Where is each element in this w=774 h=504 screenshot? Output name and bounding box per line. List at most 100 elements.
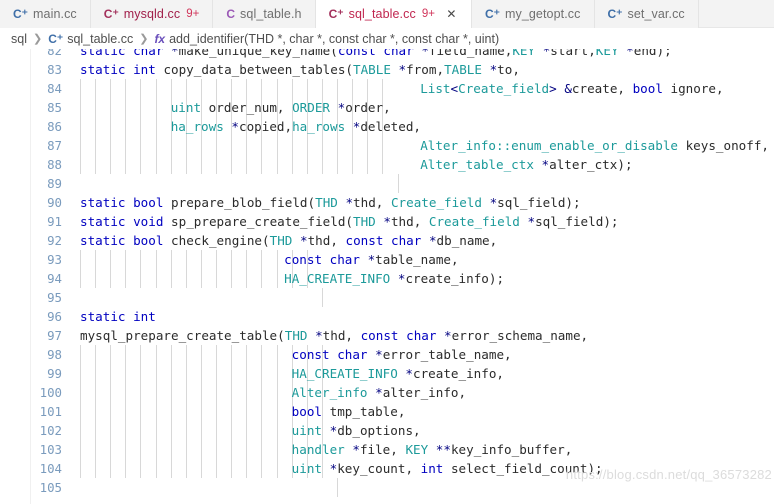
editor-tab-set-var-cc[interactable]: C⁺ set_var.cc	[594, 0, 699, 28]
line-number: 95	[47, 290, 62, 305]
breadcrumb-label: sql_table.cc	[67, 31, 134, 46]
code-text: bool tmp_table,	[291, 404, 406, 419]
line-number: 93	[47, 252, 62, 267]
code-line[interactable]: 92 static bool check_engine(THD *thd, con…	[0, 231, 774, 250]
line-number: 105	[39, 480, 62, 495]
line-number: 84	[47, 81, 62, 96]
code-text: static bool prepare_blob_field(THD *thd,…	[80, 195, 581, 210]
line-number: 102	[39, 423, 62, 438]
code-text: Alter_info *alter_info,	[291, 385, 467, 400]
cpp-file-icon: C⁺	[607, 7, 623, 21]
line-number: 104	[39, 461, 62, 476]
code-line[interactable]: 99 HA_CREATE_INFO *create_info,	[0, 364, 774, 383]
code-text: Alter_info::enum_enable_or_disable keys_…	[420, 138, 769, 153]
code-text: mysql_prepare_create_table(THD *thd, con…	[80, 328, 589, 343]
line-number: 97	[47, 328, 62, 343]
tab-label: main.cc	[33, 7, 77, 21]
breadcrumb-item-2[interactable]: fx add_identifier(THD *, char *, const ch…	[154, 32, 499, 46]
close-icon[interactable]: ✕	[445, 8, 458, 20]
editor-tab-sql-table-cc[interactable]: C⁺ sql_table.cc 9+ ✕	[315, 0, 472, 28]
line-number: 96	[47, 309, 62, 324]
line-number: 103	[39, 442, 62, 457]
cpp-file-icon: C⁺	[103, 7, 119, 21]
editor-tab-mysqld-cc[interactable]: C⁺ mysqld.cc 9+	[90, 0, 214, 28]
tab-problem-badge: 9+	[186, 8, 200, 20]
code-text: handler *file, KEY **key_info_buffer,	[291, 442, 573, 457]
line-number: 100	[39, 385, 62, 400]
cpp-file-icon: C⁺	[328, 7, 344, 21]
code-content[interactable]: 82 static char *make_unique_key_name(cons…	[0, 49, 774, 497]
code-text: HA_CREATE_INFO *create_info);	[284, 271, 505, 286]
code-line[interactable]: 84 List<Create_field> &create, bool ignor…	[0, 79, 774, 98]
tab-label: set_var.cc	[627, 7, 685, 21]
code-text: static int	[80, 309, 156, 324]
code-line[interactable]: 85 uint order_num, ORDER *order,	[0, 98, 774, 117]
code-text: List<Create_field> &create, bool ignore,	[420, 81, 724, 96]
editor-tab-main-cc[interactable]: C⁺ main.cc	[0, 0, 91, 28]
symbol-function-icon: fx	[154, 31, 166, 46]
code-text: static bool check_engine(THD *thd, const…	[80, 233, 498, 248]
code-line[interactable]: 102 uint *db_options,	[0, 421, 774, 440]
line-number: 83	[47, 62, 62, 77]
code-editor[interactable]: 82 static char *make_unique_key_name(cons…	[0, 49, 774, 504]
editor-tab-bar: C⁺ main.cc C⁺ mysqld.cc 9+ Csql_table.h C⁺ sql_…	[0, 0, 774, 28]
code-line[interactable]: 93 const char *table_name,	[0, 250, 774, 269]
code-text: const char *error_table_name,	[291, 347, 512, 362]
tab-label: sql_table.cc	[348, 7, 416, 21]
line-number: 99	[47, 366, 62, 381]
cpp-file-icon: C⁺	[48, 31, 64, 46]
line-number: 98	[47, 347, 62, 362]
code-line[interactable]: 94 HA_CREATE_INFO *create_info);	[0, 269, 774, 288]
c-header-file-icon: C	[226, 7, 236, 21]
code-line[interactable]: 96 static int	[0, 307, 774, 326]
code-text: const char *table_name,	[284, 252, 459, 267]
code-line[interactable]: 91 static void sp_prepare_create_field(TH…	[0, 212, 774, 231]
line-number: 91	[47, 214, 62, 229]
breadcrumb-separator-icon: ❯	[32, 33, 43, 45]
line-number: 85	[47, 100, 62, 115]
breadcrumb-item-1[interactable]: C⁺ sql_table.cc	[48, 32, 133, 46]
editor-tab-sql-table-h[interactable]: Csql_table.h	[213, 0, 316, 28]
watermark: https://blog.csdn.net/qq_36573282	[565, 467, 772, 482]
code-line[interactable]: 89	[0, 174, 774, 193]
breadcrumb-separator-icon: ❯	[139, 33, 149, 45]
code-line[interactable]: 101 bool tmp_table,	[0, 402, 774, 421]
line-number: 92	[47, 233, 62, 248]
code-line[interactable]: 88 Alter_table_ctx *alter_ctx);	[0, 155, 774, 174]
cpp-file-icon: C⁺	[484, 7, 500, 21]
editor-tab-my-getopt-cc[interactable]: C⁺ my_getopt.cc	[471, 0, 595, 28]
code-line[interactable]: 87 Alter_info::enum_enable_or_disable key…	[0, 136, 774, 155]
tab-label: sql_table.h	[240, 7, 302, 21]
code-line[interactable]: 97 mysql_prepare_create_table(THD *thd, c…	[0, 326, 774, 345]
code-text: HA_CREATE_INFO *create_info,	[291, 366, 505, 381]
tab-problem-badge: 9+	[421, 8, 435, 20]
line-number: 94	[47, 271, 62, 286]
code-line[interactable]: 83 static int copy_data_between_tables(TA…	[0, 60, 774, 79]
code-text: uint *key_count, int select_field_count)…	[291, 461, 603, 476]
line-number: 89	[47, 176, 62, 191]
tab-label: my_getopt.cc	[504, 7, 581, 21]
breadcrumb: sql ❯ C⁺ sql_table.cc ❯ fx add_identifier(THD …	[0, 28, 774, 49]
code-text: uint *db_options,	[291, 423, 421, 438]
code-text: static void sp_prepare_create_field(THD …	[80, 214, 619, 229]
tab-label: mysqld.cc	[123, 7, 181, 21]
breadcrumb-item-0[interactable]: sql	[11, 32, 27, 46]
code-line[interactable]: 100 Alter_info *alter_info,	[0, 383, 774, 402]
line-number: 90	[47, 195, 62, 210]
code-text: static char *make_unique_key_name(const …	[80, 49, 672, 58]
code-text: uint order_num, ORDER *order,	[170, 100, 391, 115]
line-number: 86	[47, 119, 62, 134]
code-line[interactable]: 103 handler *file, KEY **key_info_buffer,	[0, 440, 774, 459]
cpp-file-icon: C⁺	[13, 7, 28, 21]
code-text: Alter_table_ctx *alter_ctx);	[420, 157, 633, 172]
code-text: ha_rows *copied,ha_rows *deleted,	[170, 119, 422, 134]
code-text: static int copy_data_between_tables(TABL…	[80, 62, 520, 77]
code-line[interactable]: 95	[0, 288, 774, 307]
code-line[interactable]: 98 const char *error_table_name,	[0, 345, 774, 364]
line-number: 88	[47, 157, 62, 172]
code-line[interactable]: 90 static bool prepare_blob_field(THD *th…	[0, 193, 774, 212]
code-line[interactable]: 86 ha_rows *copied,ha_rows *deleted,	[0, 117, 774, 136]
breadcrumb-label: sql	[11, 31, 27, 46]
code-line[interactable]: 82 static char *make_unique_key_name(cons…	[0, 49, 774, 60]
line-number: 101	[39, 404, 62, 419]
